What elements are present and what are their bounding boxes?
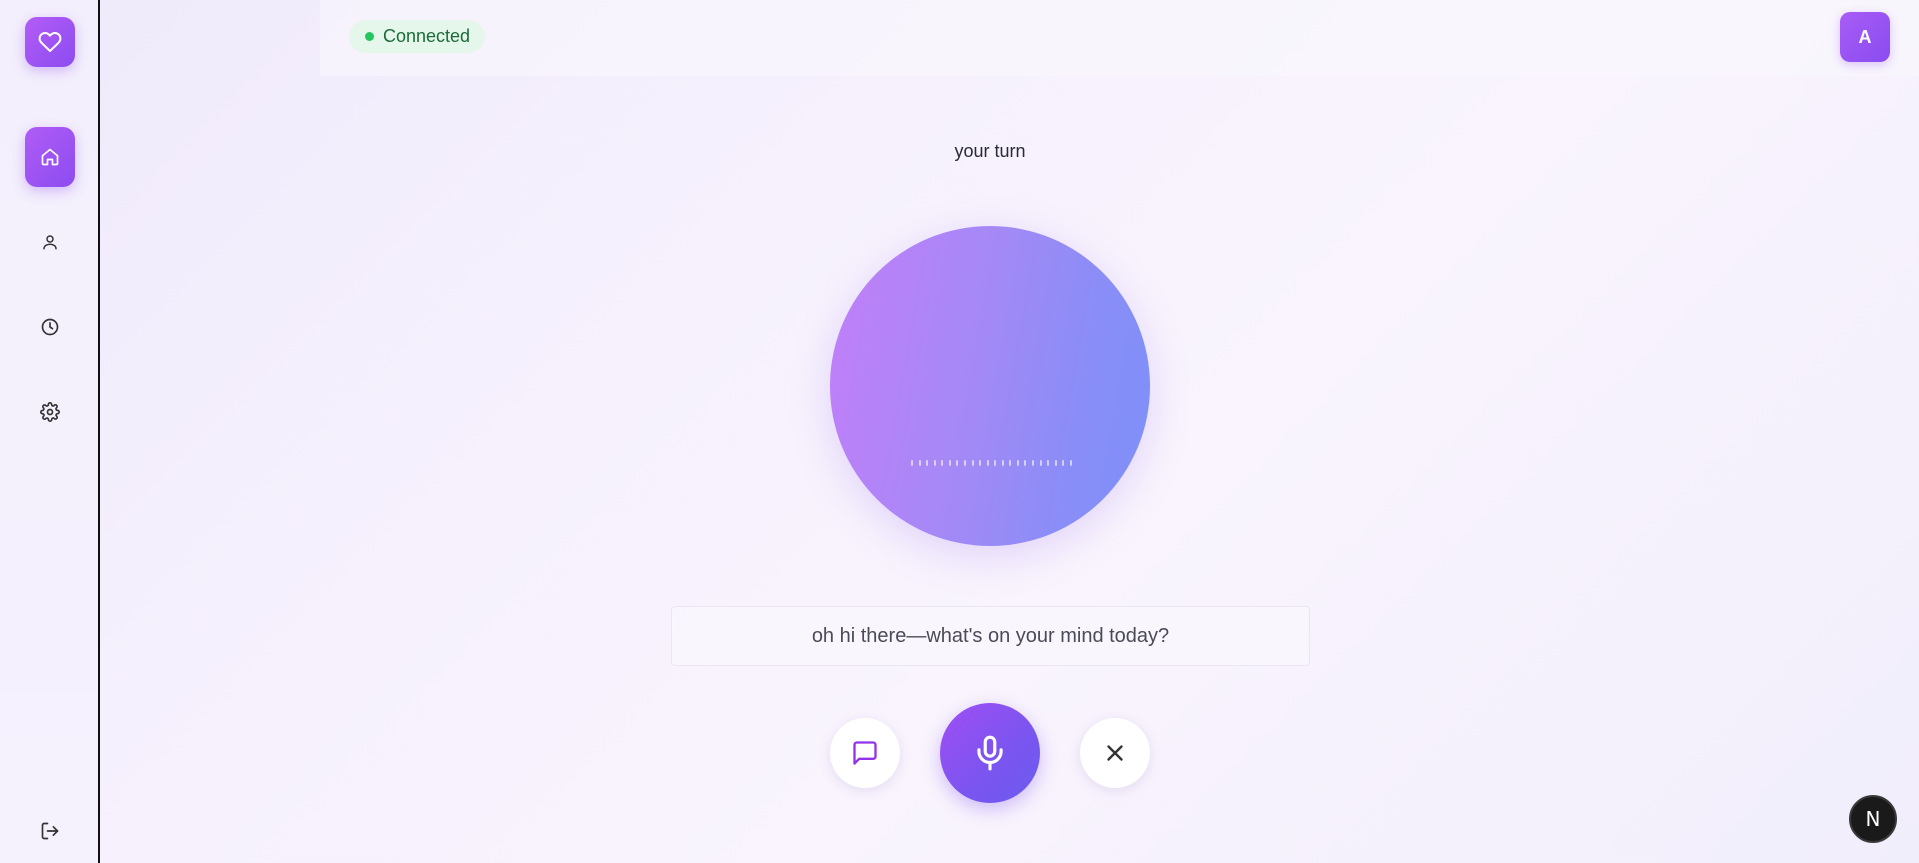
microphone-icon: [977, 735, 1003, 771]
sidebar-item-profile[interactable]: [25, 217, 75, 267]
user-icon: [43, 235, 57, 250]
status-dot-icon: [365, 32, 374, 41]
message-text: oh hi there—what's on your mind today?: [811, 624, 1170, 647]
chat-icon: [853, 741, 877, 765]
gear-icon: [40, 402, 60, 422]
sidebar: [0, 0, 100, 863]
sidebar-item-history[interactable]: [25, 302, 75, 352]
avatar-initial: A: [1858, 26, 1872, 47]
connection-status-badge: Connected: [349, 20, 486, 53]
logout-button[interactable]: [25, 806, 75, 856]
sidebar-item-settings[interactable]: [25, 387, 75, 437]
top-bar: [320, 0, 1919, 76]
clock-icon: [41, 318, 59, 336]
assistant-message: oh hi there—what's on your mind today?: [671, 606, 1310, 666]
status-text: Connected: [383, 26, 471, 46]
avatar[interactable]: A: [1840, 12, 1890, 62]
end-session-button[interactable]: [1080, 718, 1150, 788]
audio-waveform: [911, 459, 1072, 467]
logout-icon: [41, 822, 59, 840]
dev-badge-label: N: [1865, 807, 1881, 831]
heart-icon: [38, 32, 62, 52]
close-icon: [1107, 745, 1123, 761]
app-logo[interactable]: [25, 17, 75, 67]
microphone-button[interactable]: [940, 703, 1040, 803]
turn-indicator: your turn: [954, 141, 1026, 161]
dev-tools-badge[interactable]: N: [1849, 795, 1897, 843]
voice-orb: [830, 226, 1150, 546]
chat-button[interactable]: [830, 718, 900, 788]
